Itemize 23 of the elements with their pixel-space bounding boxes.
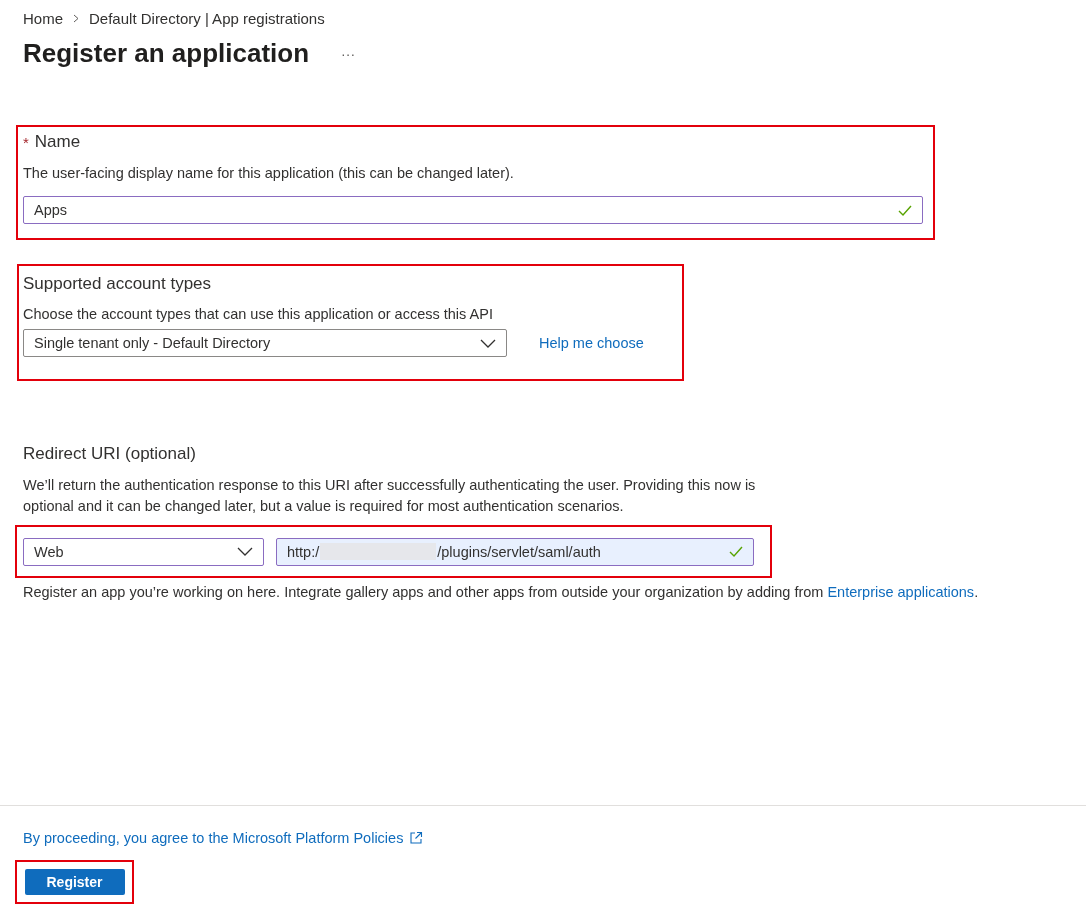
field-description: We’ll return the authentication response to this URI after successfully authenticating the user. Providing this now is optional and it can be changed later, but a value is required for most authentication scenarios. xyxy=(23,476,757,516)
platform-dropdown[interactable]: Web xyxy=(23,537,264,566)
account-type-dropdown[interactable]: Single tenant only - Default Directory xyxy=(23,329,507,357)
external-link-icon xyxy=(409,831,424,845)
chevron-down-icon xyxy=(480,338,496,348)
register-button[interactable]: Register xyxy=(24,869,125,895)
field-description: The user-facing display name for this application (this can be changed later). xyxy=(23,164,515,183)
section-label: Redirect URI (optional) xyxy=(23,443,197,465)
chevron-right-icon xyxy=(73,13,79,23)
breadcrumb-link[interactable]: Default Directory | App registrations xyxy=(89,9,325,27)
uri-input[interactable]: http:/ /plugins/servlet/saml/auth xyxy=(276,537,754,566)
required-mark: * xyxy=(23,133,29,151)
info-text: Register an app you’re working on here. Integrate gallery apps and other apps from outside your organization by adding from Enterprise applications. xyxy=(23,584,980,600)
help-link[interactable]: Help me choose xyxy=(539,335,644,351)
breadcrumb-link[interactable]: Home xyxy=(23,9,63,27)
policies-link[interactable]: By proceeding, you agree to the Microsoft Platform Policies xyxy=(23,830,424,846)
more-button[interactable]: ··· xyxy=(337,45,360,62)
chevron-down-icon xyxy=(237,547,253,556)
field-description: Choose the account types that can use this application or access this API xyxy=(23,305,494,324)
name-input[interactable]: Apps xyxy=(23,196,923,224)
page-title: Register an application xyxy=(23,38,310,69)
field-label: Name xyxy=(34,132,81,152)
section-label: Supported account types xyxy=(23,273,213,295)
